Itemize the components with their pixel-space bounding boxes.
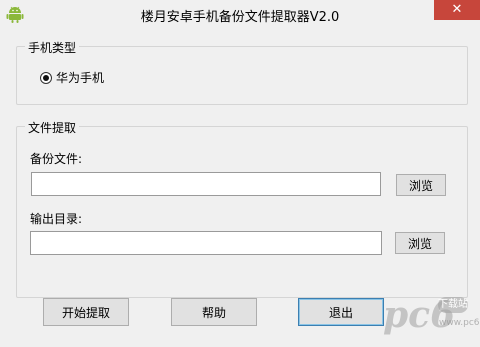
backup-file-label: 备份文件: (30, 152, 83, 166)
pc6-watermark: pc6 下载站 www.pc6.com (383, 293, 480, 343)
window-title: 楼月安卓手机备份文件提取器V2.0 (140, 10, 340, 25)
start-extract-button[interactable]: 开始提取 (43, 298, 129, 326)
close-button[interactable]: ✕ (434, 0, 480, 20)
browse-output-button[interactable]: 浏览 (395, 232, 445, 254)
output-dir-input[interactable] (30, 231, 382, 255)
watermark-url: www.pc6.com (439, 318, 480, 328)
huawei-radio-label: 华为手机 (56, 71, 105, 85)
phone-type-group: 手机类型 华为手机 (16, 39, 468, 105)
title-bar: 楼月安卓手机备份文件提取器V2.0 ✕ (0, 0, 480, 28)
huawei-radio-button[interactable] (40, 71, 52, 84)
file-extract-legend: 文件提取 (25, 119, 80, 136)
watermark-badge: 下载站 (438, 297, 468, 313)
backup-file-input[interactable] (31, 172, 381, 196)
dialog-body: 手机类型 华为手机 文件提取 备份文件: 浏览 输出目录: 浏览 开始提取 帮助… (8, 28, 472, 338)
exit-button[interactable]: 退出 (298, 298, 384, 326)
output-dir-label: 输出目录: (30, 212, 83, 226)
file-extract-group: 文件提取 备份文件: 浏览 输出目录: 浏览 (16, 119, 468, 298)
phone-type-legend: 手机类型 (25, 39, 80, 56)
browse-backup-button[interactable]: 浏览 (396, 174, 446, 196)
help-button[interactable]: 帮助 (171, 298, 257, 326)
close-icon: ✕ (451, 2, 463, 17)
huawei-radio-option[interactable]: 华为手机 (40, 69, 104, 86)
